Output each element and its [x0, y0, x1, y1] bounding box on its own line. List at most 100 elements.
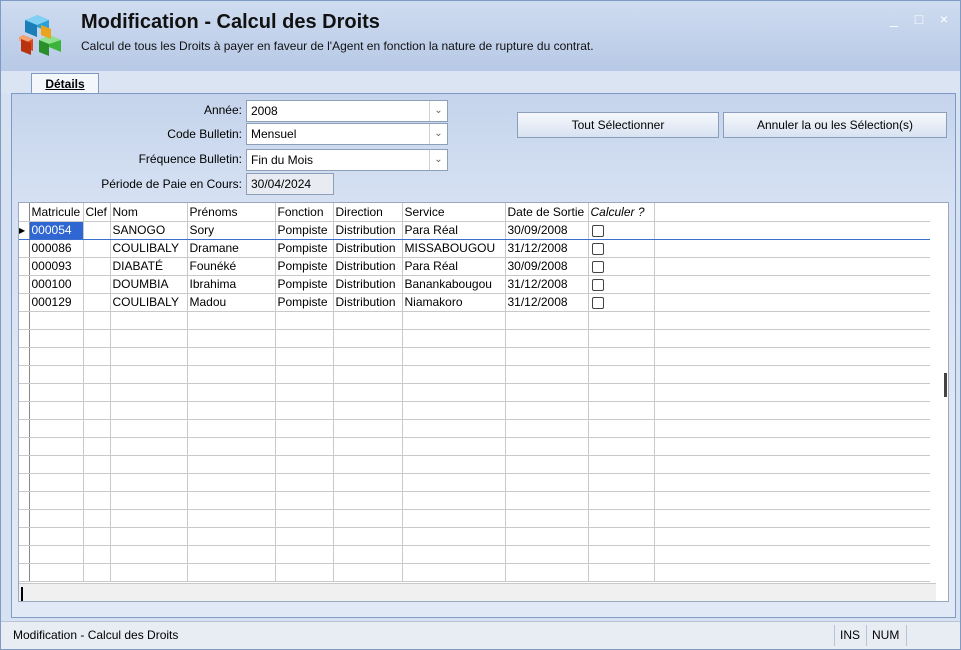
chevron-down-icon[interactable]: ⌄	[429, 150, 447, 170]
grid-cell[interactable]	[654, 509, 930, 528]
grid-cell[interactable]	[275, 383, 334, 402]
grid-cell[interactable]	[505, 365, 589, 384]
grid-cell[interactable]	[654, 311, 930, 330]
grid-cell[interactable]	[110, 365, 188, 384]
column-header[interactable]: Direction	[333, 203, 403, 222]
grid-cell[interactable]	[333, 455, 403, 474]
calculer-cell[interactable]	[588, 257, 655, 276]
grid-cell[interactable]	[275, 347, 334, 366]
grid-cell[interactable]	[110, 311, 188, 330]
grid-cell[interactable]	[333, 347, 403, 366]
table-row[interactable]: 000100 DOUMBIA Ibrahima Pompiste Distributio…	[19, 275, 930, 294]
grid-cell[interactable]	[187, 473, 276, 492]
grid-cell[interactable]	[588, 401, 655, 420]
grid-cell[interactable]: 000054	[29, 220, 84, 240]
grid-cell[interactable]	[110, 347, 188, 366]
grid-cell[interactable]	[275, 329, 334, 348]
grid-cell[interactable]: 30/09/2008	[505, 257, 589, 276]
grid-cell[interactable]	[110, 455, 188, 474]
grid-cell[interactable]	[110, 473, 188, 492]
grid-cell[interactable]	[505, 527, 589, 546]
grid-cell[interactable]	[505, 347, 589, 366]
grid-cell[interactable]	[29, 473, 84, 492]
grid-cell[interactable]: Banankabougou	[402, 275, 506, 294]
grid-cell[interactable]	[83, 275, 111, 294]
grid-cell[interactable]	[654, 437, 930, 456]
grid-cell[interactable]	[654, 365, 930, 384]
grid-cell[interactable]	[654, 419, 930, 438]
empty-row[interactable]	[19, 401, 930, 420]
grid-cell[interactable]	[505, 437, 589, 456]
grid-cell[interactable]	[588, 365, 655, 384]
grid-cell[interactable]	[110, 383, 188, 402]
column-header[interactable]: Prénoms	[187, 203, 276, 222]
grid-cell[interactable]	[83, 545, 111, 564]
grid-cell[interactable]	[588, 509, 655, 528]
grid-cell[interactable]	[275, 401, 334, 420]
grid-cell[interactable]: MISSABOUGOU	[402, 239, 506, 258]
grid-cell[interactable]	[110, 563, 188, 582]
grid-cell[interactable]	[402, 527, 506, 546]
grid-cell[interactable]: COULIBALY	[110, 293, 188, 312]
empty-row[interactable]	[19, 473, 930, 492]
grid-cell[interactable]	[83, 239, 111, 258]
grid-cell[interactable]: Sory	[187, 220, 276, 240]
grid-cell[interactable]: Distribution	[333, 293, 403, 312]
grid-cell[interactable]	[402, 491, 506, 510]
table-row[interactable]: ▶ 000054 SANOGO Sory Pompiste Distribution Par…	[19, 220, 930, 240]
grid-cell[interactable]	[402, 383, 506, 402]
grid-cell[interactable]	[588, 473, 655, 492]
grid-cell[interactable]	[110, 545, 188, 564]
grid-cell[interactable]	[505, 563, 589, 582]
grid-cell[interactable]	[333, 509, 403, 528]
grid-cell[interactable]	[275, 311, 334, 330]
empty-row[interactable]	[19, 527, 930, 546]
grid-cell[interactable]	[402, 419, 506, 438]
chevron-down-icon[interactable]: ⌄	[429, 124, 447, 144]
grid-cell[interactable]	[505, 473, 589, 492]
grid-cell[interactable]	[333, 527, 403, 546]
grid-cell[interactable]	[83, 220, 111, 240]
grid-cell[interactable]	[333, 563, 403, 582]
grid-cell[interactable]	[29, 455, 84, 474]
grid-cell[interactable]: Madou	[187, 293, 276, 312]
column-header[interactable]: Calculer ?	[588, 203, 655, 222]
grid-cell[interactable]	[402, 455, 506, 474]
grid-cell[interactable]	[505, 401, 589, 420]
grid-cell[interactable]	[654, 545, 930, 564]
grid-cell[interactable]: Distribution	[333, 239, 403, 258]
grid-cell[interactable]	[83, 401, 111, 420]
grid-cell[interactable]	[333, 491, 403, 510]
empty-row[interactable]	[19, 509, 930, 528]
grid-cell[interactable]	[187, 491, 276, 510]
empty-row[interactable]	[19, 437, 930, 456]
grid-cell[interactable]	[588, 455, 655, 474]
grid-cell[interactable]	[187, 311, 276, 330]
empty-row[interactable]	[19, 329, 930, 348]
grid-cell[interactable]	[29, 545, 84, 564]
grid-cell[interactable]	[654, 329, 930, 348]
grid-cell[interactable]	[83, 437, 111, 456]
grid-cell[interactable]: SANOGO	[110, 220, 188, 240]
grid-cell[interactable]: Ibrahima	[187, 275, 276, 294]
empty-row[interactable]	[19, 491, 930, 510]
grid-cell[interactable]	[588, 311, 655, 330]
grid-cell[interactable]	[402, 473, 506, 492]
grid-cell[interactable]	[402, 545, 506, 564]
grid-cell[interactable]	[110, 329, 188, 348]
calculer-checkbox[interactable]	[591, 296, 604, 309]
grid-cell[interactable]	[187, 563, 276, 582]
grid-cell[interactable]	[275, 473, 334, 492]
grid-cell[interactable]: COULIBALY	[110, 239, 188, 258]
grid-cell[interactable]	[29, 311, 84, 330]
grid-cell[interactable]	[588, 347, 655, 366]
grid-cell[interactable]	[275, 491, 334, 510]
grid-cell[interactable]	[275, 509, 334, 528]
grid-cell[interactable]	[333, 437, 403, 456]
grid-cell[interactable]	[83, 563, 111, 582]
empty-row[interactable]	[19, 365, 930, 384]
grid-cell[interactable]	[29, 365, 84, 384]
grid-cell[interactable]	[402, 563, 506, 582]
grid-cell[interactable]	[505, 383, 589, 402]
empty-row[interactable]	[19, 383, 930, 402]
